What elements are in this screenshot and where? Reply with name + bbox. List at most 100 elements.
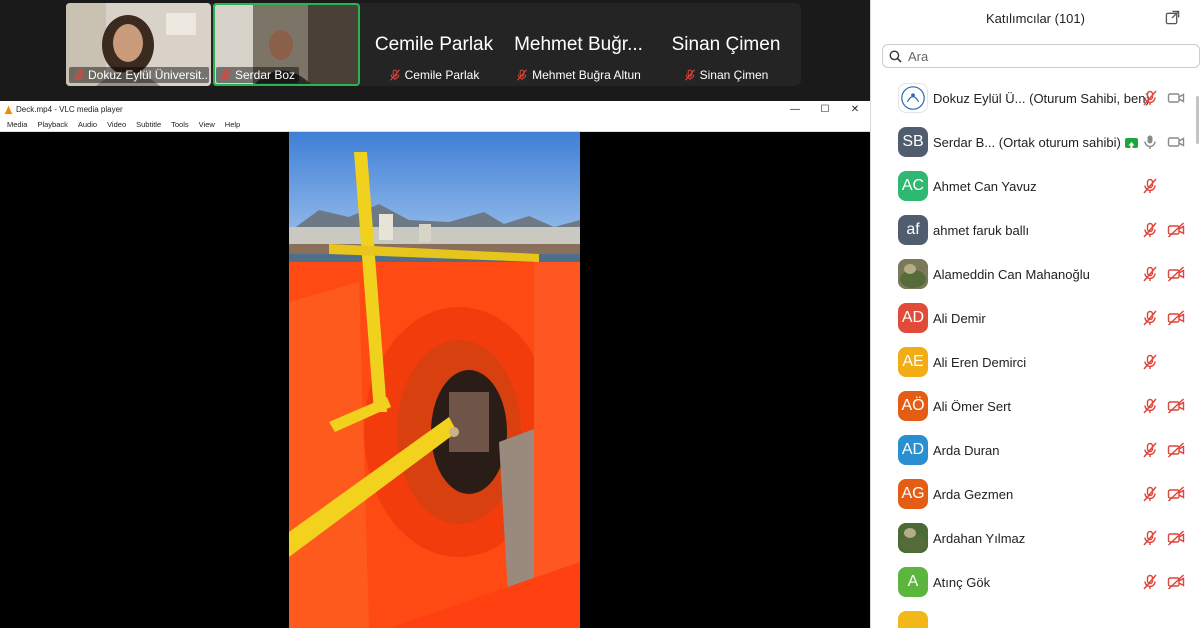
- avatar-initials: AC: [901, 177, 925, 194]
- mic-muted-icon[interactable]: [1142, 178, 1158, 194]
- menu-subtitle[interactable]: Subtitle: [131, 120, 166, 129]
- mic-muted-glyph: [1143, 530, 1157, 546]
- mic-muted-icon[interactable]: [1142, 310, 1158, 326]
- participant-name: Ali Demir: [933, 310, 986, 326]
- video-area[interactable]: [0, 132, 870, 628]
- camera-off-icon[interactable]: [1167, 574, 1185, 590]
- video-tile[interactable]: Cemile Parlak Cemile Parlak: [366, 3, 502, 86]
- video-tile[interactable]: Serdar Boz: [213, 3, 360, 86]
- participant-row[interactable]: Ardahan Yılmaz: [871, 516, 1197, 560]
- camera-off-icon[interactable]: [1167, 530, 1185, 546]
- menu-playback[interactable]: Playback: [32, 120, 72, 129]
- mic-muted-icon[interactable]: [1142, 574, 1158, 590]
- avatar-initials: af: [906, 221, 920, 238]
- mic-muted-icon[interactable]: [1142, 90, 1158, 106]
- screen-share-icon: [1124, 138, 1138, 149]
- tile-name-label: Cemile Parlak: [366, 68, 502, 82]
- mic-muted-icon[interactable]: [1142, 266, 1158, 282]
- participant-name: Arda Gezmen: [933, 486, 1014, 502]
- participant-row[interactable]: Alameddin Can Mahanoğlu: [871, 252, 1197, 296]
- tile-name-label: Serdar Boz: [216, 67, 300, 83]
- maximize-button[interactable]: ☐: [810, 104, 840, 115]
- participant-row[interactable]: SB Serdar B... (Ortak oturum sahibi): [871, 120, 1197, 164]
- participant-row[interactable]: [871, 604, 1197, 628]
- participant-name: Atınç Gök: [933, 574, 991, 590]
- camera-off-icon[interactable]: [1167, 398, 1185, 414]
- camera-off-icon[interactable]: [1167, 442, 1185, 458]
- mic-muted-icon[interactable]: [1142, 222, 1158, 238]
- menu-media[interactable]: Media: [2, 120, 32, 129]
- participants-panel: Katılımcılar (101) Dokuz Eylül Ü... (Otu…: [870, 0, 1200, 628]
- search-input[interactable]: [908, 48, 1178, 64]
- mic-muted-icon[interactable]: [1142, 442, 1158, 458]
- participant-name: Alameddin Can Mahanoğlu: [933, 266, 1090, 282]
- vlc-cone-icon: [4, 104, 13, 114]
- camera-off-icon[interactable]: [1167, 266, 1185, 282]
- video-tile[interactable]: Mehmet Buğr... Mehmet Buğra Altun: [507, 3, 650, 86]
- mic-muted-glyph: [1143, 222, 1157, 238]
- camera-on-icon[interactable]: [1167, 134, 1185, 150]
- camera-off-icon[interactable]: [1167, 222, 1185, 238]
- participant-name: Ahmet Can Yavuz: [933, 178, 1037, 194]
- mic-muted-icon[interactable]: [1142, 530, 1158, 546]
- participants-search[interactable]: [882, 44, 1200, 68]
- mic-muted-glyph: [1143, 310, 1157, 326]
- avatar: AG: [898, 479, 928, 509]
- participant-name: Serdar B... (Ortak oturum sahibi): [933, 135, 1138, 150]
- close-button[interactable]: ✕: [840, 104, 870, 115]
- mic-muted-glyph: [1143, 398, 1157, 414]
- camera-off-icon[interactable]: [1167, 486, 1185, 502]
- avatar-initials: A: [907, 573, 919, 590]
- popout-icon[interactable]: [1165, 10, 1180, 25]
- menu-audio[interactable]: Audio: [73, 120, 102, 129]
- mic-on-icon[interactable]: [1142, 134, 1158, 150]
- menu-tools[interactable]: Tools: [166, 120, 194, 129]
- participant-row[interactable]: AG Arda Gezmen: [871, 472, 1197, 516]
- participant-row[interactable]: AC Ahmet Can Yavuz: [871, 164, 1197, 208]
- avatar: AÖ: [898, 391, 928, 421]
- vlc-window-title: Deck.mp4 - VLC media player: [16, 104, 123, 114]
- participant-name: Dokuz Eylül Ü... (Oturum Sahibi, ben): [933, 90, 1150, 106]
- vlc-titlebar[interactable]: Deck.mp4 - VLC media player — ☐ ✕: [0, 101, 870, 117]
- menu-view[interactable]: View: [194, 120, 220, 129]
- menu-help[interactable]: Help: [220, 120, 245, 129]
- participant-row[interactable]: AÖ Ali Ömer Sert: [871, 384, 1197, 428]
- avatar-initials: AE: [902, 353, 924, 370]
- avatar: AE: [898, 347, 928, 377]
- mic-muted-glyph: [1143, 90, 1157, 106]
- mic-muted-icon[interactable]: [1142, 398, 1158, 414]
- participant-name: Ardahan Yılmaz: [933, 530, 1026, 546]
- menu-video[interactable]: Video: [102, 120, 131, 129]
- participants-scrollbar[interactable]: [1196, 96, 1199, 144]
- video-tile[interactable]: Dokuz Eylül Üniversit...: [66, 3, 211, 86]
- avatar-initials: AG: [901, 485, 925, 502]
- mic-muted-icon[interactable]: [1142, 354, 1158, 370]
- mic-muted-icon[interactable]: [1142, 486, 1158, 502]
- mic-off-icon: [221, 69, 231, 81]
- avatar: AD: [898, 303, 928, 333]
- camera-off-icon[interactable]: [1167, 310, 1185, 326]
- vlc-window: Deck.mp4 - VLC media player — ☐ ✕ Media …: [0, 101, 870, 628]
- tile-name-label: Sinan Çimen: [654, 68, 798, 82]
- tile-big-name: Cemile Parlak: [374, 34, 494, 55]
- participant-row[interactable]: AD Ali Demir: [871, 296, 1197, 340]
- participant-row[interactable]: AD Arda Duran: [871, 428, 1197, 472]
- avatar-initials: AÖ: [901, 397, 925, 414]
- participant-row[interactable]: AE Ali Eren Demirci: [871, 340, 1197, 384]
- avatar: AC: [898, 171, 928, 201]
- avatar-photo: [898, 259, 928, 289]
- tile-name-label: Dokuz Eylül Üniversit...: [69, 67, 209, 83]
- search-icon: [889, 50, 902, 63]
- participants-header: Katılımcılar (101): [871, 0, 1200, 36]
- video-tiles-container: Dokuz Eylül Üniversit... Serdar Boz Cemi…: [66, 3, 801, 86]
- avatar: [898, 611, 928, 628]
- minimize-button[interactable]: —: [780, 104, 810, 115]
- participant-row[interactable]: af ahmet faruk ballı: [871, 208, 1197, 252]
- avatar: AD: [898, 435, 928, 465]
- video-tile[interactable]: Sinan Çimen Sinan Çimen: [654, 3, 798, 86]
- mic-off-icon: [74, 69, 84, 81]
- participant-row[interactable]: A Atınç Gök: [871, 560, 1197, 604]
- avatar: A: [898, 567, 928, 597]
- camera-on-icon[interactable]: [1167, 90, 1185, 106]
- participant-row[interactable]: Dokuz Eylül Ü... (Oturum Sahibi, ben): [871, 76, 1197, 120]
